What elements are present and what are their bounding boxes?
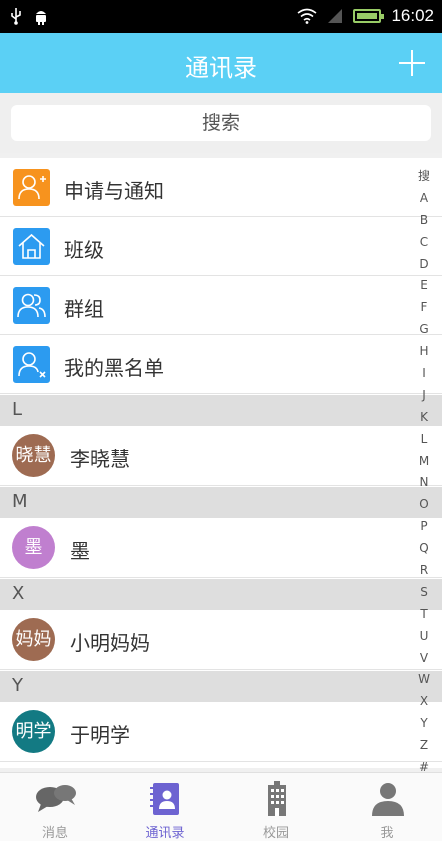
index-letter[interactable]: I: [414, 363, 434, 385]
index-letter[interactable]: G: [414, 319, 434, 341]
menu-item-label: 群组: [64, 297, 104, 321]
clock: 16:02: [391, 6, 434, 25]
bottom-nav: 消息 通讯录 校园 我: [0, 772, 442, 841]
search-bar: 搜索: [0, 93, 442, 153]
menu-item-applications[interactable]: 申请与通知: [0, 158, 442, 217]
index-letter[interactable]: R: [414, 560, 434, 582]
contact-name: 李晓慧: [70, 447, 130, 471]
index-letter[interactable]: Z: [414, 735, 434, 757]
avatar: 墨: [12, 526, 55, 569]
usb-icon: [11, 8, 21, 25]
index-letter[interactable]: M: [414, 451, 434, 473]
signal-icon: [328, 9, 343, 23]
index-letter[interactable]: L: [414, 429, 434, 451]
contacts-book-icon: [150, 783, 179, 815]
index-letter[interactable]: Y: [414, 713, 434, 735]
avatar: 明学: [12, 710, 55, 753]
app-header: 通讯录: [0, 33, 442, 93]
tab-label: 我: [380, 826, 394, 841]
index-letter[interactable]: X: [414, 691, 434, 713]
tab-label: 通讯录: [145, 826, 185, 841]
section-letter: X: [12, 583, 25, 604]
building-icon: [268, 781, 286, 816]
section-header-l: L: [0, 395, 442, 426]
index-letter[interactable]: B: [414, 210, 434, 232]
page-title: 通讯录: [185, 54, 257, 82]
index-letter[interactable]: P: [414, 516, 434, 538]
contact-name: 墨: [70, 539, 90, 563]
block-user-icon: [13, 346, 50, 383]
index-letter[interactable]: 搜: [414, 166, 434, 188]
index-letter[interactable]: A: [414, 188, 434, 210]
status-bar: 16:02: [0, 0, 442, 33]
contact-row[interactable]: 妈妈 小明妈妈: [0, 610, 442, 670]
contact-row[interactable]: 墨 墨: [0, 518, 442, 578]
index-letter[interactable]: K: [414, 407, 434, 429]
index-letter[interactable]: O: [414, 494, 434, 516]
tab-me[interactable]: 我: [332, 773, 442, 841]
android-icon: [36, 11, 46, 25]
menu-item-groups[interactable]: 群组: [0, 276, 442, 335]
index-letter[interactable]: T: [414, 604, 434, 626]
contact-name: 小明妈妈: [70, 631, 150, 655]
index-letter[interactable]: S: [414, 582, 434, 604]
add-button[interactable]: [396, 47, 428, 79]
avatar: 晓慧: [12, 434, 55, 477]
section-header-m: M: [0, 487, 442, 518]
index-letter[interactable]: F: [414, 297, 434, 319]
index-letter[interactable]: V: [414, 648, 434, 670]
menu-item-label: 我的黑名单: [64, 356, 164, 380]
contact-row[interactable]: 明学 于明学: [0, 702, 442, 762]
section-header-y: Y: [0, 671, 442, 702]
index-letter[interactable]: E: [414, 275, 434, 297]
menu-item-label: 班级: [64, 238, 104, 262]
chat-bubbles-icon: [36, 785, 76, 812]
tab-label: 消息: [41, 826, 68, 841]
index-letter[interactable]: W: [414, 669, 434, 691]
wifi-icon: [297, 8, 317, 24]
menu-item-blacklist[interactable]: 我的黑名单: [0, 335, 442, 394]
index-letter[interactable]: U: [414, 626, 434, 648]
contact-list: 申请与通知 班级 群组 我的黑名单 L 晓慧 李晓慧 M 墨 墨 X 妈妈 小明…: [0, 158, 442, 768]
search-input[interactable]: 搜索: [11, 105, 431, 141]
menu-item-class[interactable]: 班级: [0, 217, 442, 276]
avatar: 妈妈: [12, 618, 55, 661]
menu-item-label: 申请与通知: [64, 179, 164, 203]
section-letter: Y: [12, 675, 23, 696]
index-letter[interactable]: N: [414, 472, 434, 494]
add-user-icon: [13, 169, 50, 206]
index-letter[interactable]: H: [414, 341, 434, 363]
index-letter[interactable]: C: [414, 232, 434, 254]
section-letter: M: [12, 491, 28, 512]
contact-row[interactable]: 晓慧 李晓慧: [0, 426, 442, 486]
battery-icon: [353, 9, 385, 23]
section-header-x: X: [0, 579, 442, 610]
section-letter: L: [12, 399, 23, 420]
person-icon: [372, 783, 404, 816]
index-letter[interactable]: J: [414, 385, 434, 407]
tab-messages[interactable]: 消息: [0, 773, 110, 841]
tab-campus[interactable]: 校园: [221, 773, 331, 841]
home-icon: [13, 228, 50, 265]
tab-label: 校园: [262, 826, 289, 841]
alphabet-index[interactable]: 搜 A B C D E F G H I J K L M N O P Q R S T U V W X Y Z #: [414, 166, 434, 779]
group-icon: [13, 287, 50, 324]
index-letter[interactable]: Q: [414, 538, 434, 560]
tab-contacts[interactable]: 通讯录: [110, 773, 220, 841]
contact-name: 于明学: [70, 723, 130, 747]
index-letter[interactable]: D: [414, 254, 434, 276]
